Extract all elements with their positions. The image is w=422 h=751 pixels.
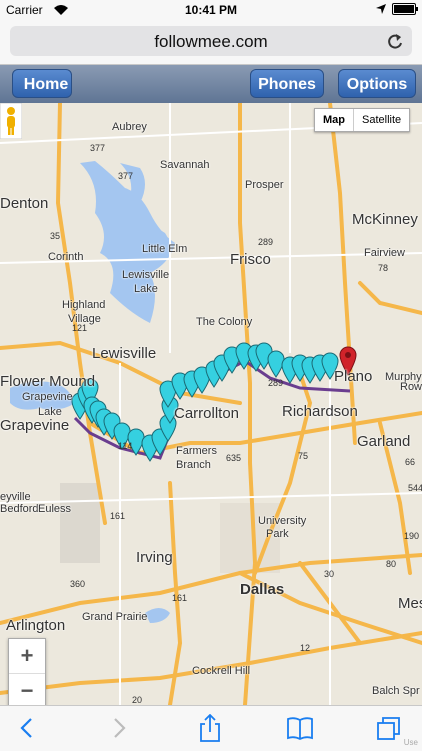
highway-shield: 20 — [132, 695, 143, 705]
highway-shield: 289 — [268, 378, 284, 388]
clock: 10:41 PM — [184, 3, 238, 17]
map-label: Rowlett — [400, 381, 422, 393]
highway-shield: 12 — [300, 643, 311, 653]
highway-shield: 35 — [50, 231, 61, 241]
highway-shield: 121 — [72, 323, 88, 333]
map-label: University — [258, 515, 307, 527]
map-label: Lewisville — [122, 269, 170, 281]
highway-shield: 78 — [378, 263, 389, 273]
watermark-text: Use — [403, 738, 418, 747]
location-arrow-icon — [376, 4, 386, 14]
bookmarks-icon[interactable] — [285, 714, 315, 742]
reload-icon[interactable] — [386, 31, 404, 51]
map-type-map-button[interactable]: Map — [315, 109, 354, 131]
battery-icon — [392, 3, 418, 15]
highway-shield: 544 — [408, 483, 422, 493]
map-label: Fairview — [364, 247, 405, 259]
map-label: Mesq — [398, 595, 422, 612]
map-label: Lake — [134, 283, 158, 295]
map-type-satellite-button[interactable]: Satellite — [354, 109, 409, 131]
map-label: Lewisville — [92, 345, 157, 362]
highway-shield: 635 — [226, 453, 242, 463]
tabs-icon[interactable] — [374, 714, 404, 742]
map-label: Grapevine — [0, 417, 70, 434]
options-button[interactable]: Options — [338, 69, 416, 98]
status-bar: Carrier 10:41 PM — [0, 0, 422, 20]
map-label: Plano — [334, 368, 373, 385]
highway-shield: 75 — [298, 451, 309, 461]
map-label: Cockrell Hill — [192, 665, 251, 677]
browser-toolbar: Use — [0, 705, 422, 751]
zoom-out-button[interactable]: − — [9, 674, 45, 705]
map-label: Denton — [0, 195, 49, 212]
map-label: McKinney — [352, 211, 418, 228]
home-button[interactable]: Home — [12, 69, 72, 98]
back-arrow-icon[interactable] — [12, 714, 42, 742]
map-view[interactable]: Aubrey Denton Savannah Prosper McKinney … — [0, 103, 422, 705]
map-label: Bedford — [0, 503, 39, 515]
map-label: The Colony — [196, 316, 253, 328]
highway-shield: 30 — [324, 569, 335, 579]
phones-button[interactable]: Phones — [250, 69, 324, 98]
browser-address-bar: followmee.com — [0, 20, 422, 65]
forward-arrow-icon[interactable] — [104, 714, 134, 742]
highway-shield: 114 — [118, 441, 133, 451]
map-label: Balch Spr — [372, 685, 420, 697]
map-label: Corinth — [48, 251, 84, 263]
map-label: Garland — [357, 433, 411, 450]
map-label: eyville — [0, 491, 31, 503]
url-text: followmee.com — [154, 32, 268, 51]
map-label: Little Elm — [142, 243, 188, 255]
map-label: Prosper — [245, 179, 284, 191]
map-label: Carrollton — [174, 405, 240, 422]
map-label: Irving — [136, 549, 173, 566]
map-label: Grapevine — [22, 391, 73, 403]
map-type-toggle: Map Satellite — [314, 108, 411, 132]
map-label: Branch — [176, 459, 211, 471]
share-icon[interactable] — [195, 714, 225, 742]
highway-shield: 161 — [110, 511, 126, 521]
highway-shield: 377 — [118, 171, 134, 181]
map-canvas — [0, 103, 422, 705]
highway-shield: 289 — [258, 237, 274, 247]
highway-shield: 161 — [172, 593, 188, 603]
map-label: Euless — [38, 503, 72, 515]
app-navbar: Home Phones Options — [0, 65, 422, 103]
highway-shield: 66 — [405, 457, 416, 467]
map-label: Dallas — [240, 581, 285, 598]
zoom-in-button[interactable]: + — [9, 639, 45, 674]
map-label: Richardson — [282, 403, 358, 420]
map-label: Grand Prairie — [82, 611, 148, 623]
map-label: Savannah — [160, 159, 210, 171]
map-label: Aubrey — [112, 121, 147, 133]
map-label: Flower Mound — [0, 373, 96, 390]
map-label: Arlington — [6, 617, 66, 634]
highway-shield: 377 — [90, 143, 106, 153]
current-location-pin-dot — [345, 352, 351, 358]
zoom-control: + − — [8, 638, 46, 705]
map-label: Farmers — [176, 445, 217, 457]
street-view-pegman-icon[interactable] — [0, 103, 22, 139]
map-label: Highland — [62, 299, 106, 311]
url-field[interactable]: followmee.com — [10, 26, 412, 56]
map-label: Frisco — [230, 251, 271, 268]
highway-shield: 360 — [70, 579, 86, 589]
map-label: Park — [266, 528, 289, 540]
highway-shield: 80 — [386, 559, 397, 569]
highway-shield: 190 — [404, 531, 420, 541]
